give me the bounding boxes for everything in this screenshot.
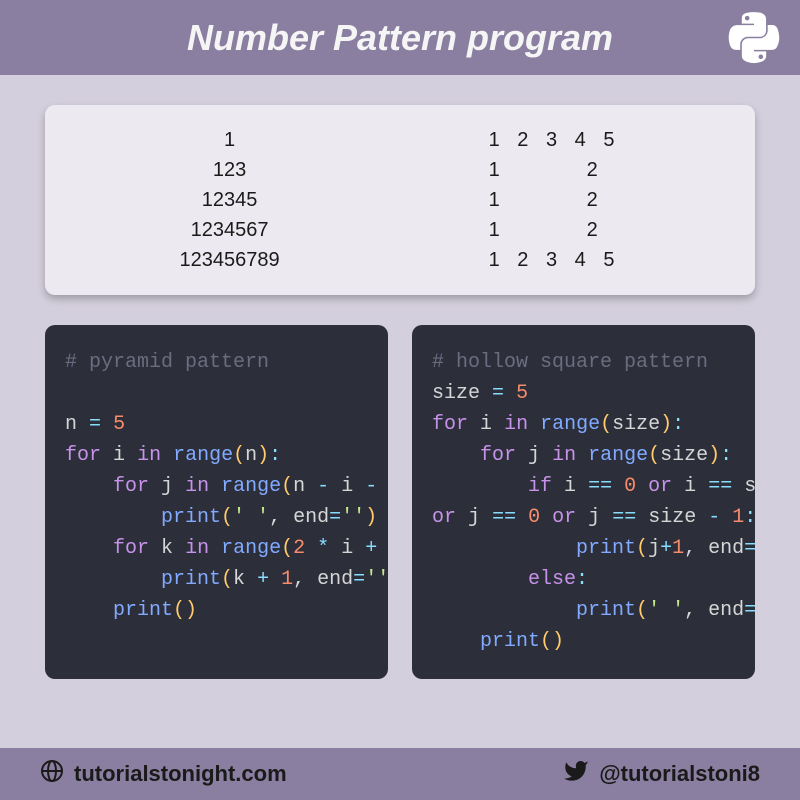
python-icon — [728, 12, 780, 69]
code-pyramid: # pyramid pattern n = 5 for i in range(n… — [45, 325, 388, 679]
footer-bar: tutorialstonight.com @tutorialstoni8 — [0, 748, 800, 800]
twitter-handle: @tutorialstoni8 — [599, 761, 760, 787]
hollow-output: 1 2 3 4 5 1 2 1 2 1 2 1 2 3 4 5 — [489, 125, 621, 275]
footer-twitter: @tutorialstoni8 — [563, 758, 760, 790]
twitter-icon — [563, 758, 589, 790]
code-hollow: # hollow square pattern size = 5 for i i… — [412, 325, 755, 679]
pyramid-output: 1 123 12345 1234567 123456789 — [180, 125, 280, 275]
footer-website: tutorialstonight.com — [40, 759, 287, 789]
output-box: 1 123 12345 1234567 123456789 1 2 3 4 5 … — [45, 105, 755, 295]
globe-icon — [40, 759, 64, 789]
code-row: # pyramid pattern n = 5 for i in range(n… — [45, 325, 755, 679]
main-content: 1 123 12345 1234567 123456789 1 2 3 4 5 … — [0, 75, 800, 679]
website-text: tutorialstonight.com — [74, 761, 287, 787]
page-title: Number Pattern program — [187, 17, 613, 59]
header-bar: Number Pattern program — [0, 0, 800, 75]
